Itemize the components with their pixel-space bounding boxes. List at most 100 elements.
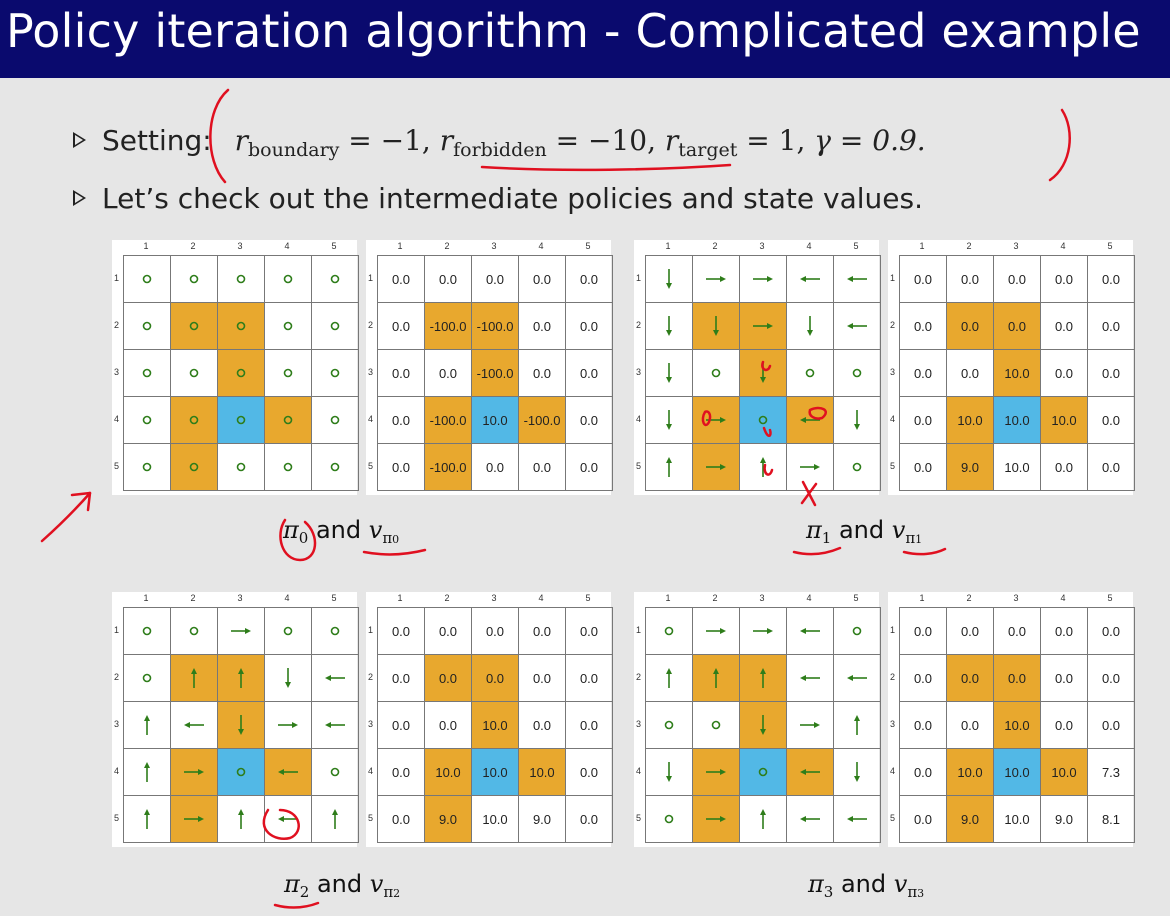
grid-cell: 0.0	[1088, 397, 1135, 444]
grid-cell	[265, 608, 312, 655]
and-text: and	[831, 516, 892, 544]
forbidden-cell: 0.0	[994, 303, 1041, 350]
grid-cell: 0.0	[1088, 655, 1135, 702]
column-tick-label: 1	[143, 241, 149, 251]
arrow-right-icon	[706, 816, 726, 822]
grid-cell: 0.0	[566, 350, 613, 397]
grid-cell	[171, 256, 218, 303]
state-value: 10.0	[1004, 459, 1030, 475]
state-value: 0.0	[579, 412, 599, 428]
grid-cell	[834, 796, 881, 843]
state-value: 0.0	[913, 318, 933, 334]
pi-sub: 3	[823, 883, 834, 901]
grid-cell: 0.0	[994, 608, 1041, 655]
row-tick-label: 1	[368, 624, 374, 635]
arrow-right-icon	[753, 628, 773, 634]
caption-pi: π0	[283, 516, 308, 547]
and-text: and	[309, 870, 370, 898]
grid-cell	[124, 702, 171, 749]
grid-cell	[124, 749, 171, 796]
state-value: 0.0	[532, 459, 552, 475]
column-tick-label: 4	[538, 241, 544, 251]
ink-arrow-stroke	[40, 491, 92, 543]
grid-cell	[124, 608, 171, 655]
grid-cell	[218, 608, 265, 655]
forbidden-cell	[171, 749, 218, 796]
stay-circle-icon	[189, 274, 199, 284]
and-text: and	[833, 870, 894, 898]
state-value: 0.0	[913, 670, 933, 686]
arrow-right-icon	[706, 628, 726, 634]
column-tick-label: 5	[585, 241, 591, 251]
forbidden-cell: 9.0	[947, 796, 994, 843]
grid-cell	[312, 303, 359, 350]
grid-cell	[646, 796, 693, 843]
arrow-up-icon	[760, 668, 766, 688]
state-value: 0.0	[913, 459, 933, 475]
grid-cell: 0.0	[425, 608, 472, 655]
v-symbol: v	[893, 870, 908, 898]
row-tick-label: 2	[636, 671, 642, 682]
ink-underline-pi1	[792, 546, 842, 556]
grid-cell: 0.0	[900, 256, 947, 303]
grid-cell: 8.1	[1088, 796, 1135, 843]
column-tick-label: 2	[712, 593, 718, 603]
title-bar: Policy iteration algorithm - Complicated…	[0, 0, 1170, 78]
grid-cell	[265, 303, 312, 350]
state-value: 0.0	[960, 717, 980, 733]
state-value: 0.0	[391, 623, 411, 639]
grid-cell	[740, 796, 787, 843]
arrow-down-icon	[666, 316, 672, 336]
grid-cell: 0.0	[947, 256, 994, 303]
state-value: 10.0	[1004, 764, 1030, 780]
state-value: 0.0	[391, 717, 411, 733]
state-value: 10.0	[957, 412, 983, 428]
forbidden-cell	[693, 655, 740, 702]
row-tick-label: 2	[890, 671, 896, 682]
grid-cell: 0.0	[519, 303, 566, 350]
state-value: 0.0	[485, 459, 505, 475]
state-value: 10.0	[957, 764, 983, 780]
state-value: 0.0	[438, 623, 458, 639]
column-tick-label: 1	[143, 593, 149, 603]
arrow-up-icon	[332, 809, 338, 829]
grid-cell: 0.0	[378, 397, 425, 444]
column-tick-label: 5	[853, 241, 859, 251]
grid-cell	[312, 749, 359, 796]
stay-circle-icon	[236, 415, 246, 425]
stay-circle-icon	[711, 720, 721, 730]
r-target-sub: target	[678, 139, 738, 161]
arrow-down-icon	[713, 316, 719, 336]
column-tick-label: 4	[806, 241, 812, 251]
grid-cell	[265, 796, 312, 843]
forbidden-cell	[171, 444, 218, 491]
v-sub-pi: π	[907, 883, 918, 901]
v-sub: π1	[905, 529, 922, 547]
caption-example-3: π3 and vπ3	[808, 870, 924, 901]
forbidden-cell: 0.0	[947, 303, 994, 350]
arrow-up-icon	[144, 809, 150, 829]
caption-pi: π3	[808, 870, 834, 901]
grid-cell: 0.0	[519, 702, 566, 749]
arrow-left-icon	[325, 675, 345, 681]
forbidden-cell	[787, 397, 834, 444]
stay-circle-icon	[142, 673, 152, 683]
grid-cell: 0.0	[378, 702, 425, 749]
grid-cell: 0.0	[1041, 608, 1088, 655]
grid-cell	[171, 608, 218, 655]
value-grid-panel: 1 1 2 2 3 3 4 4 5 5 0.0 0.0 0.0 0.0 0.0 0.0 0.0 0.0 0.0 0.0…	[888, 240, 1135, 495]
grid-cell: 0.0	[1088, 608, 1135, 655]
state-value: 0.0	[1101, 459, 1121, 475]
forbidden-cell	[171, 303, 218, 350]
state-value: -100.0	[476, 365, 514, 381]
arrow-left-icon	[800, 816, 820, 822]
row-tick-label: 3	[368, 366, 374, 377]
column-tick-label: 2	[712, 241, 718, 251]
forbidden-cell: -100.0	[425, 303, 472, 350]
state-value: 0.0	[391, 412, 411, 428]
state-value: 0.0	[532, 623, 552, 639]
row-tick-label: 2	[368, 671, 374, 682]
state-value: 0.0	[579, 271, 599, 287]
grid-cell: 0.0	[1088, 350, 1135, 397]
state-value: 0.0	[1101, 318, 1121, 334]
